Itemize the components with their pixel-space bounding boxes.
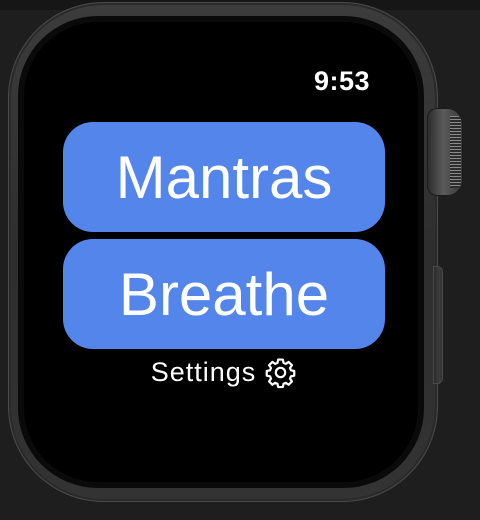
mantras-button[interactable]: Mantras <box>63 122 385 232</box>
settings-button[interactable]: Settings <box>0 356 448 389</box>
watch-simulator: 9:53 Mantras Breathe Settings <box>0 0 480 520</box>
settings-label: Settings <box>150 357 257 387</box>
breathe-button[interactable]: Breathe <box>63 239 385 349</box>
gear-icon <box>265 358 296 389</box>
digital-crown-ridges <box>450 116 461 188</box>
status-time: 9:53 <box>313 66 370 96</box>
